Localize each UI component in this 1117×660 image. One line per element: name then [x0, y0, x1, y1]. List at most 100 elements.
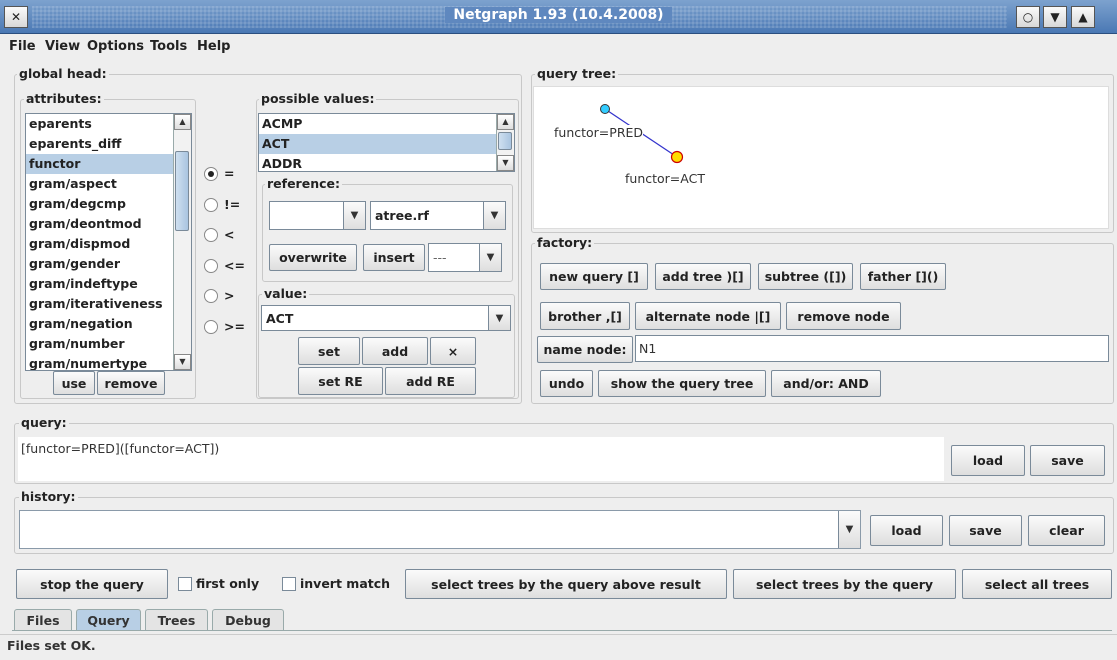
attribute-item[interactable]: gram/gender [26, 254, 174, 274]
father-button[interactable]: father []() [860, 263, 946, 290]
history-load-button[interactable]: load [870, 515, 943, 546]
scroll-down-icon[interactable]: ▼ [497, 155, 514, 171]
remove-node-button[interactable]: remove node [786, 302, 901, 330]
alternate-node-button[interactable]: alternate node |[] [635, 302, 781, 330]
chevron-down-icon[interactable]: ▼ [483, 202, 505, 229]
invert-match-checkbox[interactable] [282, 577, 296, 591]
first-only-checkbox[interactable] [178, 577, 192, 591]
undo-button[interactable]: undo [540, 370, 593, 397]
operator-label: < [224, 227, 235, 242]
status-text: Files set OK. [7, 638, 96, 653]
minimize-icon[interactable]: ○ [1016, 6, 1040, 28]
operator-label: != [224, 196, 241, 212]
shade-icon[interactable]: ▲ [1071, 6, 1095, 28]
clear-value-button[interactable]: × [430, 337, 476, 365]
remove-button[interactable]: remove [97, 371, 165, 395]
window-title: Netgraph 1.93 (10.4.2008) [0, 7, 1117, 23]
new-query-button[interactable]: new query [] [540, 263, 648, 290]
maximize-icon[interactable]: ▼ [1043, 6, 1067, 28]
operator-radio[interactable] [204, 228, 218, 242]
history-title: history: [19, 489, 78, 504]
attribute-item[interactable]: gram/number [26, 334, 174, 354]
chevron-down-icon[interactable]: ▼ [838, 511, 860, 548]
history-clear-button[interactable]: clear [1028, 515, 1105, 546]
query-tree-title: query tree: [535, 66, 619, 81]
overwrite-button[interactable]: overwrite [269, 244, 357, 271]
chevron-down-icon[interactable]: ▼ [479, 244, 501, 271]
select-above-result-button[interactable]: select trees by the query above result [405, 569, 727, 599]
query-textarea[interactable]: [functor=PRED]([functor=ACT]) [18, 437, 944, 481]
possible-value-item[interactable]: ACMP [259, 114, 497, 134]
attribute-item[interactable]: gram/degcmp [26, 194, 174, 214]
set-re-button[interactable]: set RE [298, 367, 383, 395]
operator-radio[interactable] [204, 167, 218, 181]
possible-value-item[interactable]: ADDR [259, 154, 497, 171]
menu-view[interactable]: View [45, 39, 80, 54]
scroll-up-icon[interactable]: ▲ [174, 114, 191, 130]
possible-value-item[interactable]: ACT [259, 134, 497, 154]
show-query-tree-button[interactable]: show the query tree [598, 370, 766, 397]
scroll-down-icon[interactable]: ▼ [174, 354, 191, 370]
menu-help[interactable]: Help [197, 39, 230, 54]
tab-debug[interactable]: Debug [212, 609, 284, 631]
query-load-button[interactable]: load [951, 445, 1025, 476]
scroll-thumb[interactable] [498, 132, 512, 150]
possible-values-list[interactable]: ACMP ACT ADDR ▲ ▼ [258, 113, 515, 172]
value-combo[interactable]: ACT ▼ [261, 305, 511, 331]
attribute-item[interactable]: eparents [26, 114, 174, 134]
menu-tools[interactable]: Tools [150, 39, 187, 54]
menu-options[interactable]: Options [87, 39, 144, 54]
tree-node-2-label: functor=ACT [625, 171, 705, 186]
operator-radio[interactable] [204, 258, 218, 273]
query-tree-canvas[interactable]: functor=PRED functor=ACT [533, 86, 1109, 229]
set-button[interactable]: set [298, 337, 360, 365]
select-all-trees-button[interactable]: select all trees [962, 569, 1112, 599]
tab-trees[interactable]: Trees [145, 609, 208, 631]
scroll-up-icon[interactable]: ▲ [497, 114, 514, 130]
operator-radio[interactable] [204, 319, 218, 334]
select-by-query-button[interactable]: select trees by the query [733, 569, 956, 599]
subtree-button[interactable]: subtree ([]) [758, 263, 853, 290]
attribute-item[interactable]: gram/aspect [26, 174, 174, 194]
value-title: value: [262, 286, 310, 301]
attribute-item[interactable]: gram/negation [26, 314, 174, 334]
add-tree-button[interactable]: add tree )[] [655, 263, 751, 290]
query-tree-svg [600, 104, 684, 164]
menu-file[interactable]: File [9, 39, 36, 54]
tree-node-1 [600, 104, 610, 114]
attributes-title: attributes: [24, 91, 104, 106]
add-button[interactable]: add [362, 337, 428, 365]
add-re-button[interactable]: add RE [385, 367, 476, 395]
scroll-thumb[interactable] [175, 151, 189, 231]
history-save-button[interactable]: save [949, 515, 1022, 546]
attribute-item[interactable]: functor [26, 154, 174, 174]
chevron-down-icon[interactable]: ▼ [488, 306, 510, 330]
operator-radio[interactable] [204, 289, 218, 303]
tab-query[interactable]: Query [76, 609, 141, 631]
possible-values-scrollbar[interactable]: ▲ ▼ [496, 114, 514, 171]
attribute-item[interactable]: gram/numertype [26, 354, 174, 370]
tab-files[interactable]: Files [14, 609, 72, 631]
stop-query-button[interactable]: stop the query [16, 569, 168, 599]
use-button[interactable]: use [53, 371, 95, 395]
and-or-button[interactable]: and/or: AND [771, 370, 881, 397]
name-node-input[interactable]: N1 [635, 335, 1109, 362]
reference-attr-combo[interactable]: atree.rf ▼ [370, 201, 506, 230]
attribute-item[interactable]: gram/deontmod [26, 214, 174, 234]
attributes-list[interactable]: eparents eparents_diff functor gram/aspect g… [25, 113, 192, 371]
global-head-title: global head: [17, 66, 109, 81]
chevron-down-icon[interactable]: ▼ [343, 202, 365, 229]
reference-node-combo[interactable]: ▼ [269, 201, 366, 230]
reference-suffix-combo[interactable]: --- ▼ [428, 243, 502, 272]
tree-node-2 [670, 150, 684, 164]
history-combo[interactable]: ▼ [19, 510, 861, 549]
attribute-item[interactable]: eparents_diff [26, 134, 174, 154]
brother-button[interactable]: brother ,[] [540, 302, 630, 330]
query-save-button[interactable]: save [1030, 445, 1105, 476]
attributes-scrollbar[interactable]: ▲ ▼ [173, 114, 191, 370]
attribute-item[interactable]: gram/iterativeness [26, 294, 174, 314]
attribute-item[interactable]: gram/dispmod [26, 234, 174, 254]
operator-radio[interactable] [204, 197, 218, 212]
attribute-item[interactable]: gram/indeftype [26, 274, 174, 294]
insert-button[interactable]: insert [363, 244, 425, 271]
